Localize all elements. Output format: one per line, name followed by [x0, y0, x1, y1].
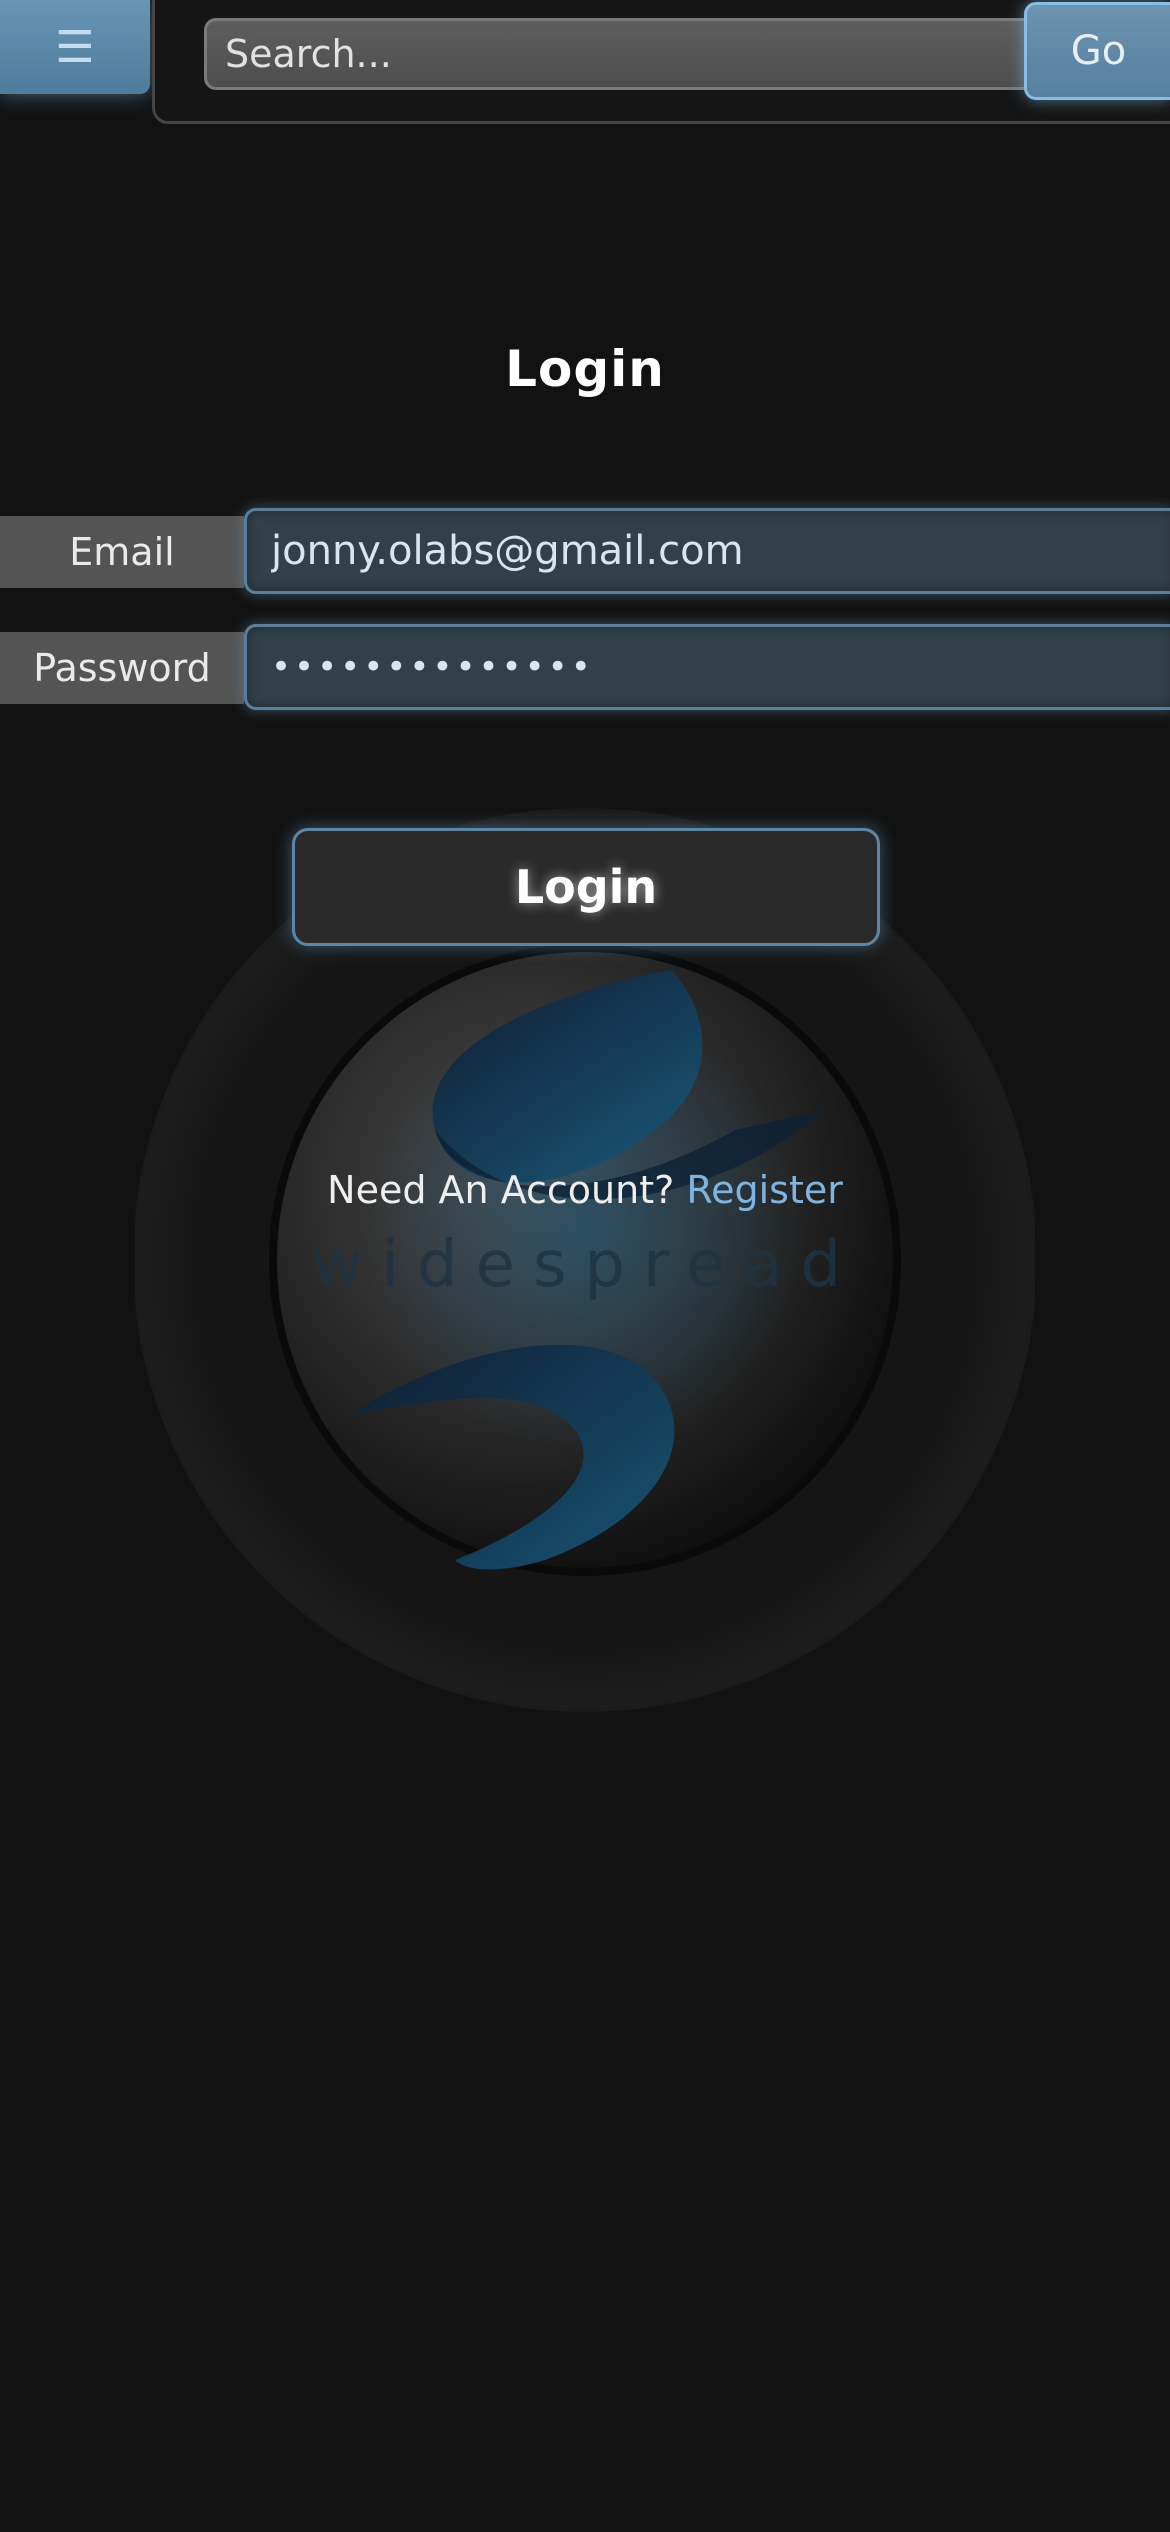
- password-label: Password: [0, 632, 244, 704]
- menu-button[interactable]: ☰: [0, 0, 150, 94]
- login-button[interactable]: Login: [292, 828, 880, 946]
- go-button[interactable]: Go: [1024, 2, 1170, 100]
- hamburger-menu-icon: ☰: [55, 21, 95, 73]
- page-title: Login: [505, 340, 665, 398]
- logo-wordmark: widespread: [311, 1228, 859, 1302]
- register-link[interactable]: Register: [686, 1168, 842, 1212]
- search-input[interactable]: [204, 18, 1044, 90]
- register-prompt-line: Need An Account? Register: [0, 1168, 1170, 1212]
- register-prompt-text: Need An Account?: [327, 1168, 675, 1212]
- email-label: Email: [0, 516, 244, 588]
- password-field[interactable]: [244, 624, 1170, 710]
- email-field[interactable]: [244, 508, 1170, 594]
